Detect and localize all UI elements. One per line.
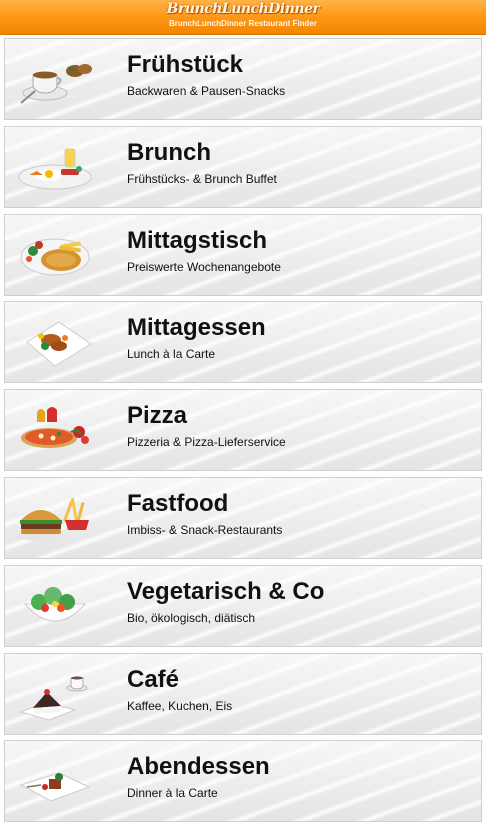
category-item-fastfood[interactable]: Fastfood Imbiss- & Snack-Restaurants — [4, 476, 482, 559]
category-description: Kaffee, Kuchen, Eis — [127, 698, 233, 713]
category-item-brunch[interactable]: Brunch Frühstücks- & Brunch Buffet — [4, 125, 482, 208]
pizza-icon — [21, 407, 89, 449]
dinner-plate-icon — [19, 772, 91, 802]
category-description: Bio, ökologisch, diätisch — [127, 610, 256, 625]
category-description: Imbiss- & Snack-Restaurants — [127, 522, 283, 537]
cake-icon — [19, 676, 88, 721]
category-description: Preiswerte Wochenangebote — [127, 259, 281, 274]
brunch-plate-icon — [18, 148, 92, 190]
category-description: Backwaren & Pausen-Snacks — [127, 84, 286, 98]
category-title: Brunch — [127, 138, 211, 166]
app-header: BrunchLunchDinner BrunchLunchDinner Rest… — [0, 0, 486, 35]
category-title: Pizza — [127, 402, 188, 430]
schnitzel-plate-icon — [20, 238, 90, 276]
category-item-mittagessen[interactable]: Mittagessen Lunch à la Carte — [4, 301, 482, 384]
category-title: Fastfood — [127, 489, 229, 517]
category-description: Lunch à la Carte — [127, 347, 216, 362]
category-description: Dinner à la Carte — [127, 786, 218, 801]
category-title: Frühstück — [127, 51, 244, 78]
burger-icon — [17, 497, 89, 541]
category-item-vegetarisch[interactable]: Vegetarisch & Co Bio, ökologisch, diätis… — [4, 564, 482, 647]
app-subtitle: BrunchLunchDinner Restaurant Finder — [168, 19, 317, 28]
category-item-cafe[interactable]: Café Kaffee, Kuchen, Eis — [4, 652, 482, 735]
category-item-abendessen[interactable]: Abendessen Dinner à la Carte — [4, 740, 482, 823]
category-title: Abendessen — [127, 753, 270, 781]
category-description: Pizzeria & Pizza-Lieferservice — [127, 435, 286, 450]
category-title: Mittagessen — [127, 314, 266, 342]
app-logo: BrunchLunchDinner — [166, 1, 320, 17]
category-title: Café — [127, 665, 180, 693]
lunch-plate-icon — [26, 321, 92, 368]
category-item-fruehstueck[interactable]: Frühstück Backwaren & Pausen-Snacks — [4, 38, 482, 120]
category-title: Mittagstisch — [127, 226, 268, 254]
coffee-icon — [20, 64, 92, 104]
category-item-mittagstisch[interactable]: Mittagstisch Preiswerte Wochenangebote — [4, 213, 482, 296]
category-list: Frühstück Backwaren & Pausen-Snacks Brun… — [4, 38, 482, 828]
category-item-pizza[interactable]: Pizza Pizzeria & Pizza-Lieferservice — [4, 389, 482, 472]
category-title: Vegetarisch & Co — [127, 577, 325, 605]
salad-icon — [23, 586, 87, 622]
category-description: Frühstücks- & Brunch Buffet — [127, 171, 277, 186]
